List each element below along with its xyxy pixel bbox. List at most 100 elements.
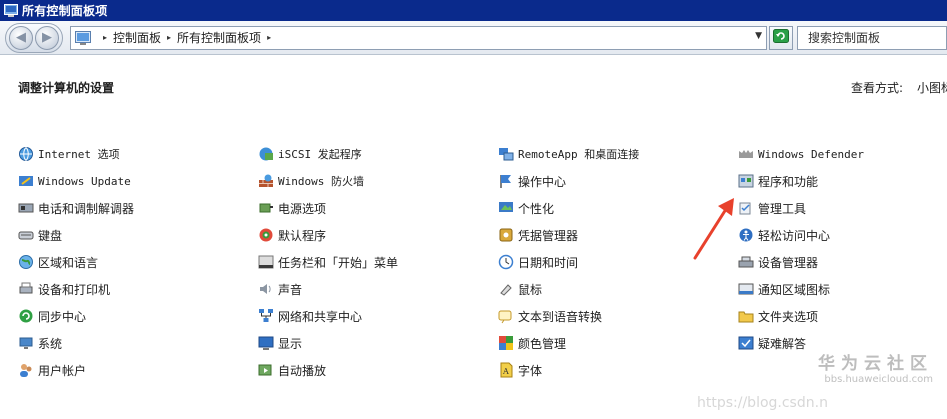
control-panel-item-label: Windows 防火墙 <box>278 175 364 188</box>
watermark-site: bbs.huaweicloud.com <box>824 374 933 385</box>
control-panel-item[interactable]: 电源选项 <box>258 199 326 217</box>
color-management-icon <box>498 335 514 351</box>
control-panel-item[interactable]: RemoteApp 和桌面连接 <box>498 145 639 163</box>
control-panel-item-label: 轻松访问中心 <box>758 228 831 243</box>
credential-manager-icon <box>498 227 514 243</box>
control-panel-item-label: 电话和调制解调器 <box>38 201 135 216</box>
svg-text:A: A <box>502 367 509 376</box>
control-panel-item-label: RemoteApp 和桌面连接 <box>518 148 640 161</box>
breadcrumb-separator-icon[interactable]: ▸ <box>267 33 271 42</box>
watermark-brand: 华为云社区 <box>818 354 933 374</box>
breadcrumb-separator-icon[interactable]: ▸ <box>103 33 107 42</box>
control-panel-item[interactable]: Windows Defender <box>738 145 864 163</box>
control-panel-item-label: 程序和功能 <box>758 174 819 189</box>
breadcrumb-all-items[interactable]: 所有控制面板项 <box>177 29 261 46</box>
control-panel-item[interactable]: 颜色管理 <box>498 334 566 352</box>
control-panel-item[interactable]: 个性化 <box>498 199 554 217</box>
control-panel-item-label: 凭据管理器 <box>518 228 579 243</box>
control-panel-item-label: iSCSI 发起程序 <box>278 148 362 161</box>
control-panel-item[interactable]: 日期和时间 <box>498 253 578 271</box>
control-panel-item[interactable]: 凭据管理器 <box>498 226 578 244</box>
title-bar: 所有控制面板项 <box>0 0 947 21</box>
remoteapp-icon <box>498 146 514 162</box>
control-panel-item-label: 个性化 <box>518 201 555 216</box>
control-panel-item-label: Internet 选项 <box>38 148 120 161</box>
programs-features-icon <box>738 173 754 189</box>
control-panel-item[interactable]: 键盘 <box>18 226 62 244</box>
page-title: 调整计算机的设置 <box>18 81 115 95</box>
troubleshooting-icon <box>738 335 754 351</box>
control-panel-item[interactable]: 文件夹选项 <box>738 307 818 325</box>
control-panel-item-label: 文本到语音转换 <box>518 309 603 324</box>
control-panel-item-label: 文件夹选项 <box>758 309 819 324</box>
control-panel-item[interactable]: 自动播放 <box>258 361 326 379</box>
breadcrumb-separator-icon[interactable]: ▸ <box>167 33 171 42</box>
view-by-dropdown[interactable]: 小图标 <box>917 81 947 95</box>
action-center-icon <box>498 173 514 189</box>
back-button[interactable]: ◀ <box>9 25 33 50</box>
forward-arrow-icon: ▶ <box>42 30 52 45</box>
control-panel-item-label: 设备管理器 <box>758 255 819 270</box>
control-panel-item-label: 操作中心 <box>518 174 567 189</box>
control-panel-item[interactable]: Internet 选项 <box>18 145 120 163</box>
control-panel-item-label: 默认程序 <box>278 228 327 243</box>
region-language-icon <box>18 254 34 270</box>
control-panel-item[interactable]: 电话和调制解调器 <box>18 199 134 217</box>
control-panel-item[interactable]: Windows 防火墙 <box>258 172 364 190</box>
view-by: 查看方式: 小图标 <box>851 79 947 96</box>
control-panel-item[interactable]: 区域和语言 <box>18 253 98 271</box>
control-panel-item[interactable]: Windows Update <box>18 172 131 190</box>
control-panel-item-label: 疑难解答 <box>758 336 807 351</box>
personalization-icon <box>498 200 514 216</box>
breadcrumb-control-panel[interactable]: 控制面板 <box>113 29 161 46</box>
control-panel-item[interactable]: 程序和功能 <box>738 172 818 190</box>
control-panel-icon <box>75 30 91 45</box>
control-panel-item[interactable]: 声音 <box>258 280 302 298</box>
control-panel-item[interactable]: 轻松访问中心 <box>738 226 830 244</box>
mouse-icon <box>498 281 514 297</box>
refresh-button[interactable] <box>769 25 793 50</box>
default-programs-icon <box>258 227 274 243</box>
search-input[interactable]: 搜索控制面板 <box>797 25 947 50</box>
control-panel-item-label: 电源选项 <box>278 201 327 216</box>
control-panel-item[interactable]: 通知区域图标 <box>738 280 830 298</box>
control-panel-item[interactable]: 显示 <box>258 334 302 352</box>
control-panel-item-label: 任务栏和「开始」菜单 <box>278 255 399 270</box>
control-panel-item[interactable]: 设备管理器 <box>738 253 818 271</box>
network-sharing-icon <box>258 308 274 324</box>
control-panel-item[interactable]: 鼠标 <box>498 280 542 298</box>
iscsi-icon <box>258 146 274 162</box>
annotation-arrow-icon <box>693 198 734 260</box>
control-panel-item[interactable]: 网络和共享中心 <box>258 307 362 325</box>
control-panel-item[interactable]: 用户帐户 <box>18 361 86 379</box>
watermark-url: https://blog.csdn.n <box>697 395 828 411</box>
phone-modem-icon <box>18 200 34 216</box>
control-panel-item-label: 管理工具 <box>758 201 807 216</box>
control-panel-item[interactable]: 默认程序 <box>258 226 326 244</box>
control-panel-item[interactable]: 系统 <box>18 334 62 352</box>
nav-buttons: ◀ ▶ <box>5 22 63 53</box>
windows-defender-icon <box>738 146 754 162</box>
device-manager-icon <box>738 254 754 270</box>
control-panel-item[interactable]: iSCSI 发起程序 <box>258 145 362 163</box>
control-panel-item-label: 用户帐户 <box>38 363 87 378</box>
text-to-speech-icon <box>498 308 514 324</box>
admin-tools-icon <box>738 200 754 216</box>
control-panel-item[interactable]: 管理工具 <box>738 199 806 217</box>
control-panel-item[interactable]: 疑难解答 <box>738 334 806 352</box>
internet-options-icon <box>18 146 34 162</box>
address-bar[interactable]: ▸ 控制面板 ▸ 所有控制面板项 ▸ ▼ <box>70 25 767 50</box>
control-panel-item-label: 系统 <box>38 336 63 351</box>
refresh-icon <box>773 29 789 46</box>
forward-button[interactable]: ▶ <box>35 25 59 50</box>
address-dropdown-icon[interactable]: ▼ <box>755 31 762 41</box>
control-panel-item-label: 声音 <box>278 282 303 297</box>
system-icon <box>18 335 34 351</box>
control-panel-item[interactable]: A 字体 <box>498 361 542 379</box>
control-panel-item[interactable]: 文本到语音转换 <box>498 307 602 325</box>
control-panel-item[interactable]: 设备和打印机 <box>18 280 110 298</box>
control-panel-item[interactable]: 同步中心 <box>18 307 86 325</box>
control-panel-icon <box>4 4 18 17</box>
control-panel-item[interactable]: 任务栏和「开始」菜单 <box>258 253 398 271</box>
control-panel-item[interactable]: 操作中心 <box>498 172 566 190</box>
